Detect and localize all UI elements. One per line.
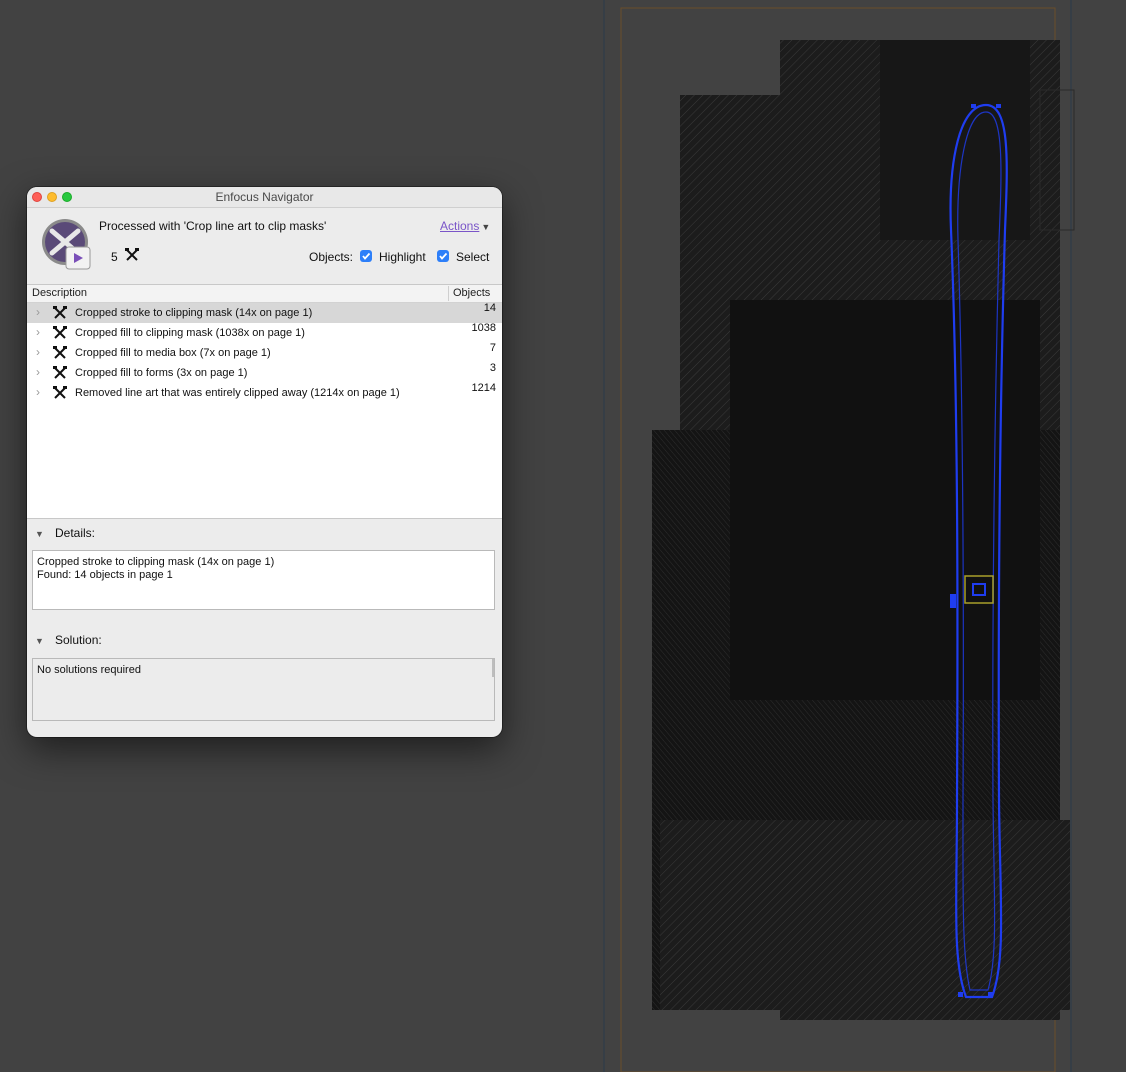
table-row[interactable]: › Cropped stroke to clipping mask (14x on… [27, 302, 502, 323]
select-label[interactable]: Select [456, 250, 489, 264]
chevron-right-icon[interactable]: › [36, 325, 40, 339]
table-row[interactable]: › Cropped fill to clipping mask (1038x on… [27, 322, 502, 343]
column-header-description[interactable]: Description [32, 287, 87, 299]
details-line: Cropped stroke to clipping mask (14x on … [37, 556, 275, 568]
table-row[interactable]: › Cropped fill to media box (7x on page 1… [27, 342, 502, 363]
highlight-checkbox[interactable] [360, 250, 372, 262]
results-table: Description Objects › Cropped stroke to c… [27, 284, 502, 519]
actions-menu[interactable]: Actions ▼ [440, 219, 490, 233]
crossed-tools-icon [53, 366, 67, 379]
enfocus-navigator-app-icon [42, 219, 91, 270]
crossed-tools-icon [125, 248, 139, 261]
triangle-down-icon[interactable]: ▼ [35, 529, 55, 539]
crossed-tools-icon [53, 306, 67, 319]
window-titlebar[interactable]: Enfocus Navigator [27, 187, 502, 208]
chevron-down-icon: ▼ [481, 222, 491, 232]
enfocus-navigator-window: Enfocus Navigator Processed with 'Crop l… [27, 187, 502, 737]
chevron-right-icon[interactable]: › [36, 385, 40, 399]
line-art-artwork [652, 40, 1075, 1020]
solution-text: No solutions required [37, 664, 141, 676]
crossed-tools-icon [53, 326, 67, 339]
chevron-right-icon[interactable]: › [36, 365, 40, 379]
row-object-count: 14 [483, 302, 496, 314]
details-line: Found: 14 objects in page 1 [37, 569, 173, 581]
scrollbar[interactable] [492, 659, 494, 677]
objects-label: Objects: [309, 250, 354, 264]
checkmark-icon [439, 252, 448, 260]
row-object-count: 7 [489, 342, 496, 354]
row-object-count: 1214 [471, 382, 496, 394]
minimize-window-button[interactable] [47, 192, 57, 202]
row-description: Cropped stroke to clipping mask (14x on … [75, 307, 313, 319]
triangle-down-icon[interactable]: ▼ [35, 636, 55, 646]
details-text-box[interactable]: Cropped stroke to clipping mask (14x on … [32, 550, 495, 610]
zoom-window-button[interactable] [62, 192, 72, 202]
solution-heading: Solution: [55, 633, 102, 647]
result-count: 5 [111, 250, 118, 264]
column-divider [448, 286, 449, 301]
table-header: Description Objects [27, 285, 502, 303]
row-description: Cropped fill to clipping mask (1038x on … [75, 327, 305, 339]
highlight-label[interactable]: Highlight [379, 250, 426, 264]
table-row[interactable]: › Cropped fill to forms (3x on page 1) 3 [27, 362, 502, 383]
close-window-button[interactable] [32, 192, 42, 202]
crossed-tools-icon [53, 386, 67, 399]
row-description: Removed line art that was entirely clipp… [75, 387, 400, 399]
solution-section-header[interactable]: ▼ Solution: [35, 633, 102, 647]
row-description: Cropped fill to media box (7x on page 1) [75, 347, 271, 359]
row-description: Cropped fill to forms (3x on page 1) [75, 367, 248, 379]
window-title: Enfocus Navigator [215, 190, 314, 204]
chevron-right-icon[interactable]: › [36, 305, 40, 319]
processed-with-label: Processed with 'Crop line art to clip ma… [99, 219, 327, 233]
select-checkbox[interactable] [437, 250, 449, 262]
details-heading: Details: [55, 526, 96, 540]
chevron-right-icon[interactable]: › [36, 345, 40, 359]
actions-label: Actions [440, 219, 480, 233]
table-row[interactable]: › Removed line art that was entirely clip… [27, 382, 502, 403]
row-object-count: 3 [489, 362, 496, 374]
column-header-objects[interactable]: Objects [453, 287, 490, 299]
row-object-count: 1038 [471, 322, 496, 334]
checkmark-icon [362, 252, 371, 260]
details-section-header[interactable]: ▼ Details: [35, 526, 95, 540]
crossed-tools-icon [53, 346, 67, 359]
solution-text-box[interactable]: No solutions required [32, 658, 495, 721]
